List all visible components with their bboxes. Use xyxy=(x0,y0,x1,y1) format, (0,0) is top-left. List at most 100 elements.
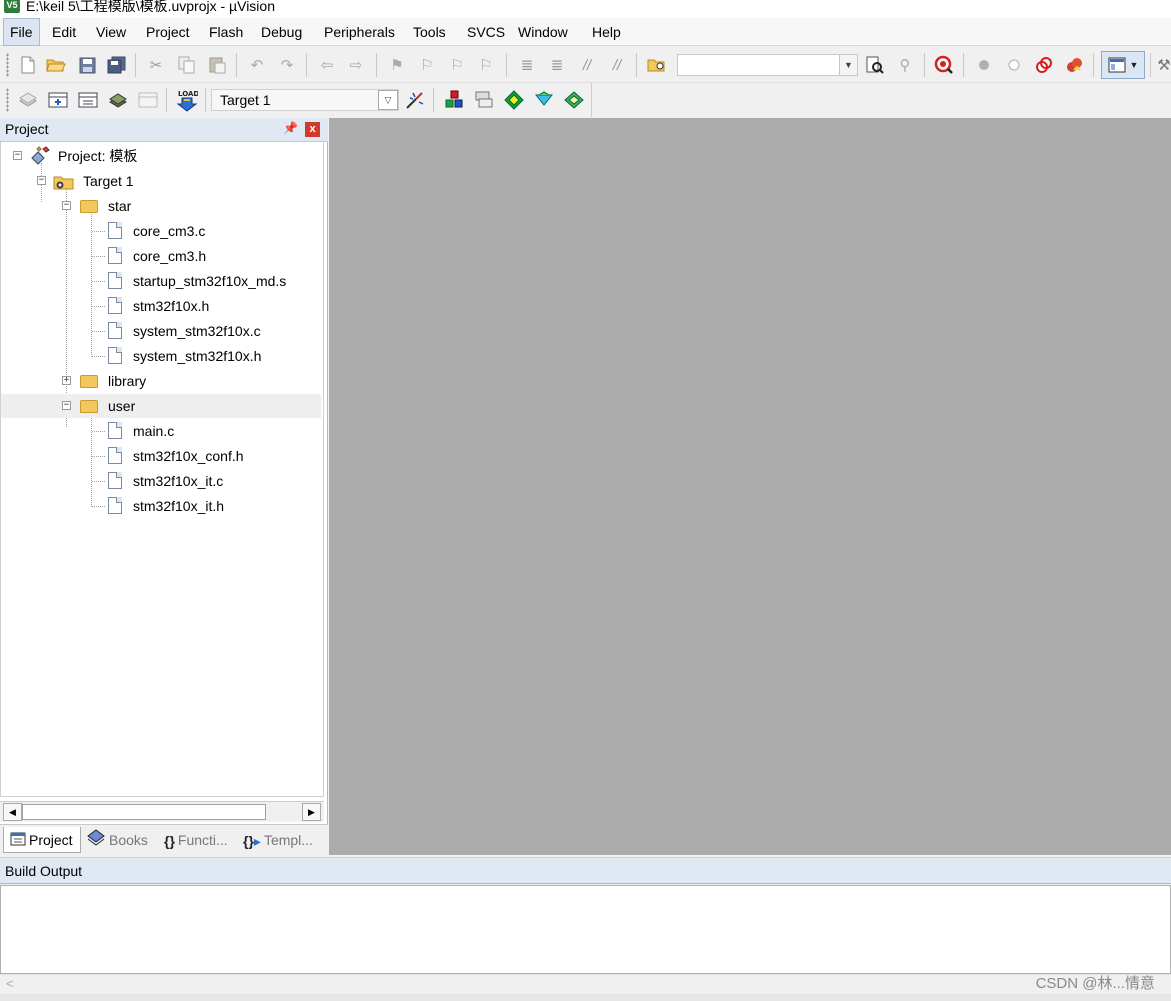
tree-horizontal-scrollbar[interactable]: ◀ ▶ xyxy=(0,801,324,822)
tree-item-label: Target 1 xyxy=(83,173,134,189)
toolbar-grip[interactable] xyxy=(6,53,9,77)
cut-icon[interactable]: ✂ xyxy=(145,54,167,76)
stop-build-icon[interactable] xyxy=(137,89,159,111)
new-file-icon[interactable] xyxy=(17,54,39,76)
scroll-left-arrow-icon[interactable]: < xyxy=(6,976,14,991)
configure-icon[interactable]: ⚒ xyxy=(1157,54,1171,76)
tree-item-project[interactable]: − Project: 模板 xyxy=(1,144,321,168)
close-icon[interactable]: x xyxy=(305,122,320,137)
chevron-down-icon[interactable]: ▼ xyxy=(839,55,857,75)
tree-item-file[interactable]: stm32f10x_it.c xyxy=(1,469,321,493)
pack-installer-icon[interactable] xyxy=(503,89,525,111)
scrollbar-thumb[interactable] xyxy=(22,804,266,820)
menu-view[interactable]: View xyxy=(90,18,132,46)
menu-tools[interactable]: Tools xyxy=(407,18,452,46)
tree-item-group-star[interactable]: − star xyxy=(1,194,321,218)
bookmark-prev-icon[interactable]: ⚐ xyxy=(416,54,438,76)
navigate-forward-icon[interactable]: ⇨ xyxy=(345,54,367,76)
menu-peripherals[interactable]: Peripherals xyxy=(318,18,401,46)
breakpoint-kill-icon[interactable] xyxy=(1063,54,1085,76)
menu-project[interactable]: Project xyxy=(140,18,196,46)
scroll-left-arrow-icon[interactable]: ◀ xyxy=(3,803,22,821)
download-icon[interactable]: LOAD xyxy=(176,87,198,113)
open-file-icon[interactable] xyxy=(45,54,67,76)
tree-item-file[interactable]: stm32f10x_conf.h xyxy=(1,444,321,468)
tree-item-file[interactable]: system_stm32f10x.h xyxy=(1,344,321,368)
menu-window[interactable]: Window xyxy=(512,18,574,46)
tab-templates[interactable]: {}▸ Templ... xyxy=(243,827,323,853)
uncomment-icon[interactable]: // xyxy=(606,54,628,76)
tab-functions[interactable]: {} Functi... xyxy=(164,827,240,853)
toolbar-separator xyxy=(924,53,925,77)
batch-build-icon[interactable] xyxy=(107,89,129,111)
find-combo[interactable]: ▼ xyxy=(677,54,858,76)
undo-icon[interactable]: ↶ xyxy=(246,54,268,76)
tree-item-file[interactable]: stm32f10x.h xyxy=(1,294,321,318)
navigate-back-icon[interactable]: ⇦ xyxy=(316,54,338,76)
find-icon[interactable] xyxy=(864,54,886,76)
tree-item-file[interactable]: core_cm3.h xyxy=(1,244,321,268)
menu-debug[interactable]: Debug xyxy=(255,18,308,46)
menu-flash[interactable]: Flash xyxy=(203,18,249,46)
find-replace-icon[interactable]: ⚲ xyxy=(894,54,916,76)
paste-icon[interactable] xyxy=(206,54,228,76)
collapse-icon[interactable]: − xyxy=(62,201,71,210)
editor-area[interactable] xyxy=(329,118,1171,855)
build-output-horizontal-scrollbar[interactable]: < xyxy=(0,974,1171,994)
bookmark-next-icon[interactable]: ⚐ xyxy=(446,54,468,76)
select-packs-icon[interactable] xyxy=(473,89,495,111)
window-layout-button[interactable]: ▼ xyxy=(1101,51,1145,79)
manage-run-time-icon[interactable] xyxy=(533,89,555,111)
manage-components-icon[interactable] xyxy=(443,89,465,111)
save-all-icon[interactable] xyxy=(105,54,127,76)
target-options-icon[interactable] xyxy=(404,89,426,111)
chevron-down-icon: ▼ xyxy=(1129,59,1139,70)
menu-help[interactable]: Help xyxy=(586,18,627,46)
scroll-right-arrow-icon[interactable]: ▶ xyxy=(302,803,321,821)
menu-edit[interactable]: Edit xyxy=(46,18,82,46)
tree-item-file[interactable]: system_stm32f10x.c xyxy=(1,319,321,343)
build-output-pane[interactable] xyxy=(0,885,1171,974)
breakpoint-insert-icon[interactable] xyxy=(973,54,995,76)
tree-item-label: user xyxy=(108,398,136,414)
menu-svcs[interactable]: SVCS xyxy=(461,18,511,46)
tree-item-file[interactable]: stm32f10x_it.h xyxy=(1,494,321,518)
bookmark-clear-icon[interactable]: ⚐ xyxy=(475,54,497,76)
expand-icon[interactable]: + xyxy=(62,376,71,385)
translate-icon[interactable] xyxy=(17,89,39,111)
toolbar-grip[interactable] xyxy=(6,88,9,112)
build-icon[interactable] xyxy=(47,89,69,111)
breakpoint-enable-icon[interactable] xyxy=(1003,54,1025,76)
project-panel-title: Project xyxy=(5,121,49,137)
collapse-icon[interactable]: − xyxy=(13,151,22,160)
project-panel: Project 📌 x − Project: 模板 − Target 1 − s… xyxy=(0,118,328,855)
toolbar-separator xyxy=(205,88,206,112)
tree-item-file[interactable]: startup_stm32f10x_md.s xyxy=(1,269,321,293)
tab-project[interactable]: Project xyxy=(3,827,81,853)
collapse-icon[interactable]: − xyxy=(62,401,71,410)
copy-icon[interactable] xyxy=(176,54,198,76)
manage-project-items-icon[interactable] xyxy=(563,89,585,111)
pin-icon[interactable]: 📌 xyxy=(283,121,298,135)
breakpoint-disable-icon[interactable] xyxy=(1033,54,1055,76)
debug-start-icon[interactable] xyxy=(933,54,955,76)
redo-icon[interactable]: ↷ xyxy=(276,54,298,76)
tree-item-file[interactable]: main.c xyxy=(1,419,321,443)
find-in-files-icon[interactable] xyxy=(646,54,668,76)
target-select[interactable]: Target 1 ▽ xyxy=(211,89,399,111)
menu-file[interactable]: File xyxy=(3,18,40,46)
comment-icon[interactable]: // xyxy=(576,54,598,76)
tree-item-group-user[interactable]: − user xyxy=(1,394,321,418)
tab-books[interactable]: Books xyxy=(86,827,156,853)
chevron-down-icon[interactable]: ▽ xyxy=(378,90,398,110)
unindent-icon[interactable]: ≣ xyxy=(546,54,568,76)
rebuild-icon[interactable] xyxy=(77,89,99,111)
tree-item-target[interactable]: − Target 1 xyxy=(1,169,321,193)
indent-icon[interactable]: ≣ xyxy=(516,54,538,76)
tree-item-group-library[interactable]: + library xyxy=(1,369,321,393)
project-panel-header: Project 📌 x xyxy=(0,118,328,142)
bookmark-toggle-icon[interactable]: ⚑ xyxy=(386,54,408,76)
tree-item-file[interactable]: core_cm3.c xyxy=(1,219,321,243)
save-icon[interactable] xyxy=(76,54,98,76)
collapse-icon[interactable]: − xyxy=(37,176,46,185)
